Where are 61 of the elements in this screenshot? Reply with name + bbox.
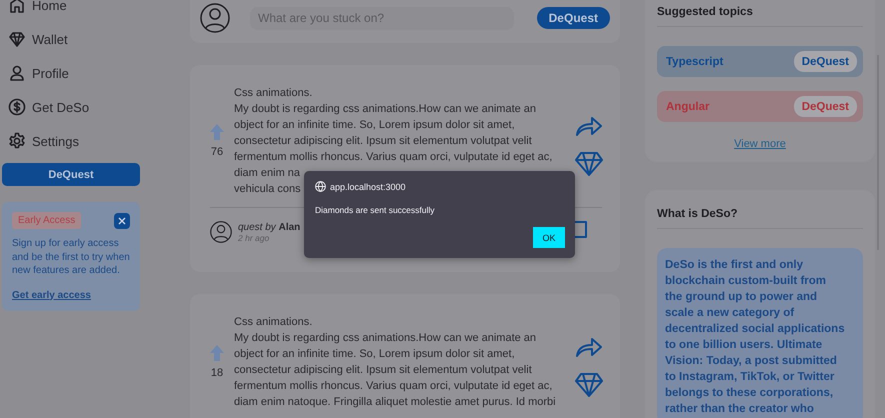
post-text: My doubt is regarding css animations.How can we animate an xyxy=(234,331,536,346)
post-text: fermentum mollis rhoncus. Varius quam orci, vulputate id eget ac, xyxy=(234,379,552,394)
section-title: Suggested topics xyxy=(657,6,863,27)
early-access-badge: Early Access xyxy=(12,212,82,229)
diamond-icon xyxy=(8,30,26,48)
nav-item[interactable]: Profile xyxy=(2,56,140,90)
post-text: object for an infinite time. So, Lorem ipsum dolor sit amet, xyxy=(234,118,515,133)
post-text: fermentum mollis rhoncus. Varius quam orci, vulputate id eget ac, xyxy=(234,150,552,165)
dequest-button[interactable]: DeQuest xyxy=(794,51,857,72)
topic-label: Angular xyxy=(666,100,710,112)
about-text: the ground up to power and xyxy=(665,290,818,305)
dequest-button[interactable]: DeQuest xyxy=(2,163,140,186)
topic-item[interactable]: Typescript DeQuest xyxy=(657,46,863,77)
dialog-message: Diamonds are sent successfully xyxy=(315,205,436,215)
post-text: diam enim natoque. Fringilla aliquet molestie amet purus. Id morbi xyxy=(234,395,556,410)
dollar-icon xyxy=(8,98,26,116)
globe-icon xyxy=(315,181,326,192)
avatar-icon xyxy=(200,3,230,33)
home-icon xyxy=(8,0,26,14)
nav-item[interactable]: Home xyxy=(2,0,140,22)
about-text: to Instagram, TikTok, or Twitter xyxy=(665,370,836,385)
ok-button[interactable]: OK xyxy=(533,227,565,248)
about-text: belongs to these corporations, xyxy=(665,386,834,401)
about-text: scale a new category of xyxy=(665,306,796,321)
about-text: Vision: Today, a post submitted xyxy=(665,354,838,369)
gear-icon xyxy=(8,132,26,150)
close-button[interactable] xyxy=(114,212,130,228)
dequest-button[interactable]: DeQuest xyxy=(536,7,610,29)
close-icon xyxy=(118,216,126,224)
nav-item[interactable]: Settings xyxy=(2,124,140,158)
post-time: 2 hr ago xyxy=(238,232,270,242)
about-text: blockchain custom-built from xyxy=(665,274,828,289)
about-text: to one billion users. Ultimate xyxy=(665,338,824,353)
about-text: decentralized social applications xyxy=(665,322,846,337)
diamond-icon[interactable] xyxy=(574,372,604,398)
early-access-link[interactable]: Get early access xyxy=(12,290,130,300)
author-text: quest by Alan xyxy=(238,222,300,232)
post-text: consectetur adipiscing elit. Ipsum sit elementum volutpat velit xyxy=(234,134,532,149)
post-text: object for an infinite time. So, Lorem ipsum dolor sit amet, xyxy=(234,347,515,362)
post-text: diam enim na xyxy=(234,166,300,181)
topic-label: Typescript xyxy=(666,56,724,68)
about-text: DeSo is the first and only xyxy=(665,258,804,273)
view-more-link[interactable]: View more xyxy=(657,138,863,150)
vote-count: 76 xyxy=(210,146,224,158)
nav-item[interactable]: Wallet xyxy=(2,22,140,56)
person-icon xyxy=(8,64,26,82)
topic-item[interactable]: Angular DeQuest xyxy=(657,91,863,122)
post-text: consectetur adipiscing elit. Ipsum sit elementum volutpat velit xyxy=(234,363,532,378)
early-access-text: Sign up for early access and be the first to try when new features are added. xyxy=(12,237,130,278)
nav-item[interactable]: Get DeSo xyxy=(2,90,140,124)
post-text: Css animations. xyxy=(234,315,312,330)
dequest-button[interactable]: DeQuest xyxy=(794,96,857,117)
post-text: My doubt is regarding css animations.How can we animate an xyxy=(234,102,536,117)
post-text: vehicula cons xyxy=(234,182,301,197)
about-text: rather than the creator who xyxy=(665,402,815,417)
section-title: What is DeSo? xyxy=(657,208,863,229)
diamond-icon[interactable] xyxy=(574,151,604,177)
dialog-origin: app.localhost:3000 xyxy=(330,182,406,192)
vote-count: 18 xyxy=(210,367,224,379)
post-text: Css animations. xyxy=(234,86,312,101)
avatar-icon xyxy=(210,221,232,243)
